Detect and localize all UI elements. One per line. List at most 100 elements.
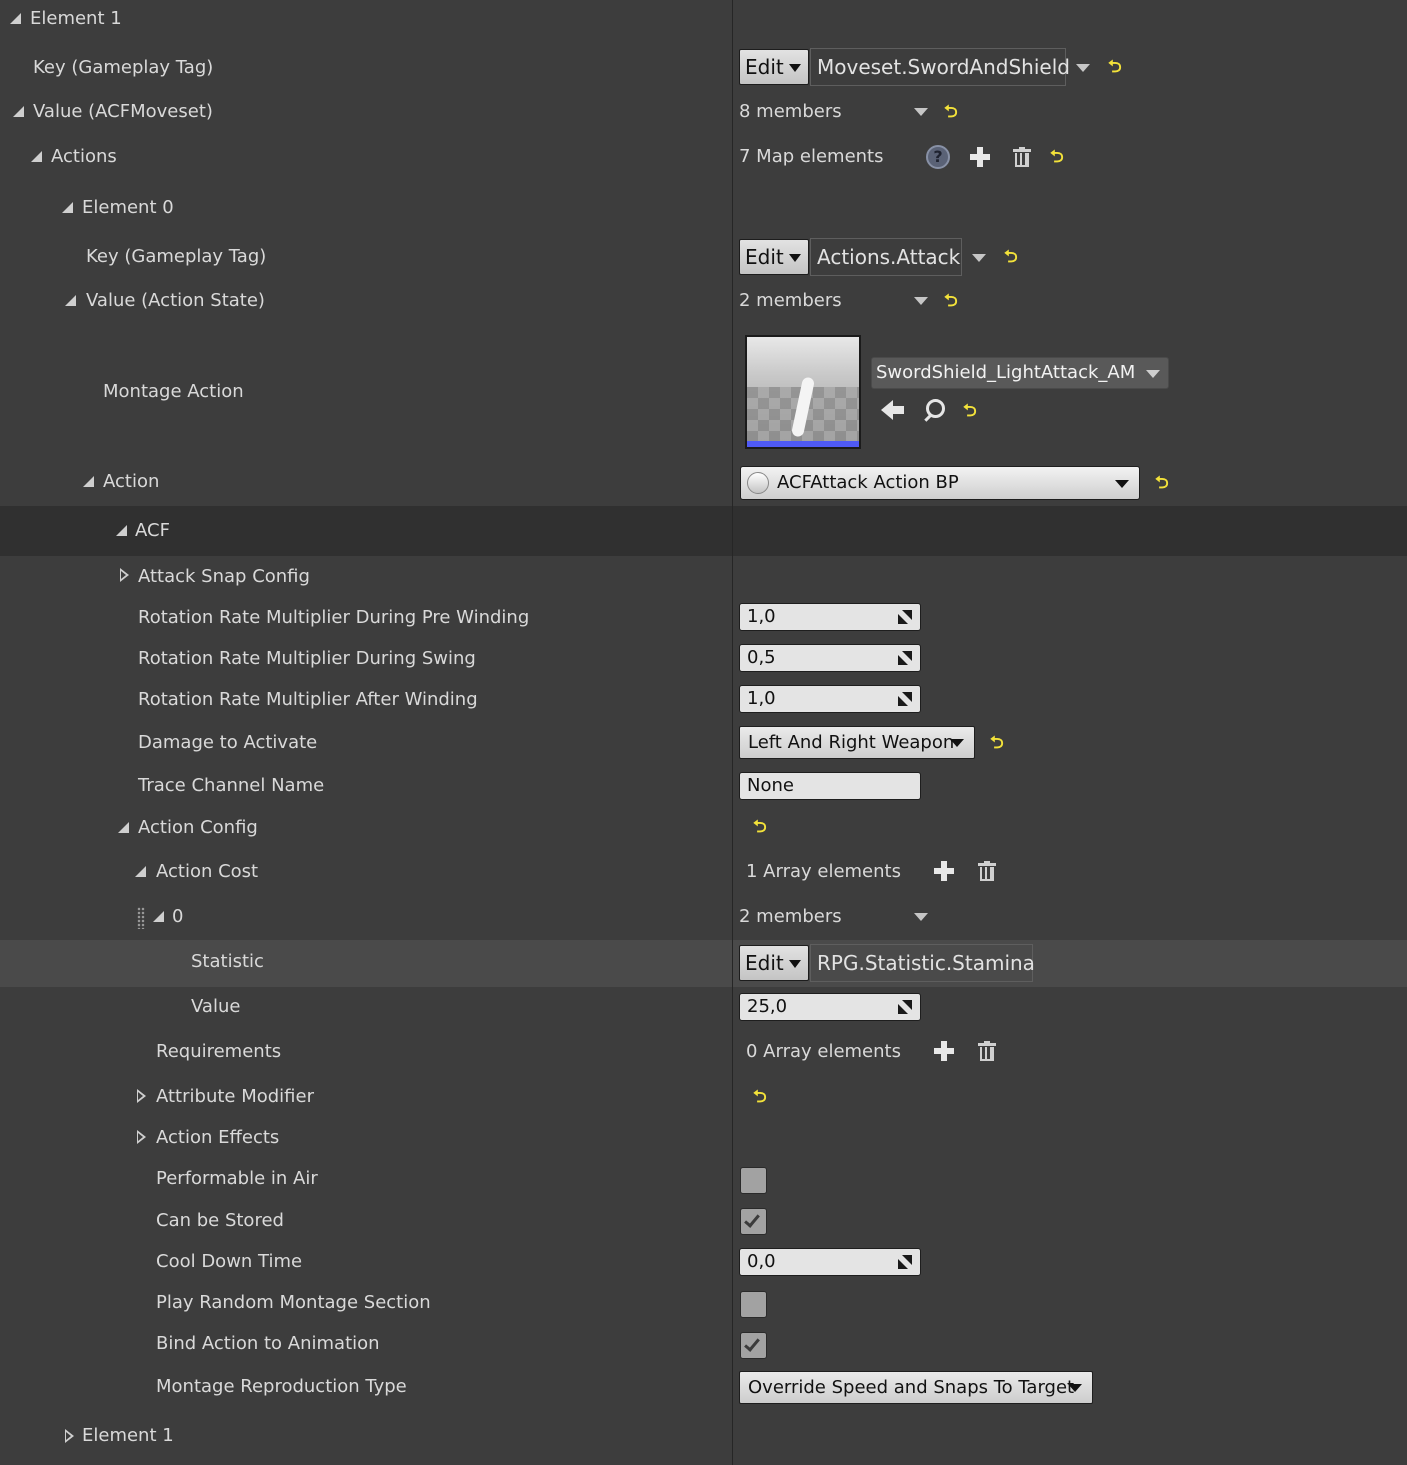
reset-to-default-icon[interactable]: ⮌: [753, 819, 767, 836]
collapsed-arrow-icon[interactable]: [65, 1429, 74, 1443]
row-label-attribute-modifier: Attribute Modifier: [156, 1086, 314, 1107]
trash-icon[interactable]: [978, 861, 996, 881]
tag-value-moveset[interactable]: Moveset.SwordAndShield: [810, 48, 1070, 86]
reset-to-default-icon[interactable]: ⮌: [1155, 475, 1169, 492]
caret-down-icon: [950, 739, 964, 747]
tag-value-statistic[interactable]: RPG.Statistic.Stamina: [810, 944, 1035, 982]
row-label-key-tag: Key (Gameplay Tag): [33, 57, 214, 78]
expand-arrow-icon[interactable]: [62, 202, 73, 213]
tag-value-action[interactable]: Actions.Attack: [810, 238, 962, 276]
moveset-members: 8 members: [739, 101, 842, 122]
row-label-play-random-montage-section: Play Random Montage Section: [156, 1292, 431, 1313]
members-dropdown-icon[interactable]: [914, 297, 928, 305]
reset-to-default-icon[interactable]: ⮌: [944, 293, 958, 310]
category-label-acf: ACF: [135, 520, 170, 541]
caret-down-icon: [789, 64, 801, 72]
row-label-element0: Element 0: [82, 197, 174, 218]
members-dropdown-icon[interactable]: [914, 108, 928, 116]
row-label-rot-after-winding: Rotation Rate Multiplier After Winding: [138, 689, 478, 710]
reset-to-default-icon[interactable]: ⮌: [944, 104, 958, 121]
row-label-cool-down-time: Cool Down Time: [156, 1251, 303, 1272]
column-divider[interactable]: [732, 0, 733, 1465]
back-arrow-icon[interactable]: [881, 400, 905, 420]
caret-down-icon: [789, 254, 801, 262]
actions-map-count: 7 Map elements: [739, 146, 884, 167]
montage-reproduction-type-dropdown[interactable]: Override Speed and Snaps To Target: [739, 1371, 1093, 1404]
spin-drag-icon[interactable]: [898, 692, 912, 706]
row-label-trace-channel-name: Trace Channel Name: [138, 775, 325, 796]
checkbox-performable-in-air[interactable]: [740, 1167, 767, 1194]
reset-to-default-icon[interactable]: ⮌: [1050, 149, 1064, 166]
plus-icon[interactable]: [934, 1041, 954, 1061]
tag-dropdown-icon[interactable]: [1076, 64, 1090, 72]
text-field-trace-channel-name[interactable]: None: [739, 772, 921, 800]
reset-to-default-icon[interactable]: ⮌: [753, 1089, 767, 1106]
edit-tag-button[interactable]: Edit: [739, 945, 809, 981]
expand-arrow-icon[interactable]: [153, 911, 164, 922]
edit-tag-button[interactable]: Edit: [739, 49, 809, 85]
help-icon[interactable]: ?: [926, 145, 950, 169]
spin-drag-icon[interactable]: [898, 1255, 912, 1269]
row-label-statistic: Statistic: [191, 951, 264, 972]
action-state-members: 2 members: [739, 290, 842, 311]
collapsed-arrow-icon[interactable]: [137, 1089, 146, 1103]
cost0-members: 2 members: [739, 906, 842, 927]
number-field-rot-during-swing[interactable]: 0,5: [739, 644, 921, 672]
number-field-cost-value[interactable]: 25,0: [739, 993, 921, 1021]
caret-down-icon: [1115, 480, 1129, 488]
row-label-element1: Element 1: [82, 1425, 174, 1446]
trash-icon[interactable]: [978, 1041, 996, 1061]
expand-arrow-icon[interactable]: [65, 295, 76, 306]
expand-arrow-icon[interactable]: [135, 866, 146, 877]
plus-icon[interactable]: [934, 861, 954, 881]
plus-icon[interactable]: [970, 147, 990, 167]
row-label-value-moveset: Value (ACFMoveset): [33, 101, 213, 122]
magnifier-icon[interactable]: [923, 399, 945, 421]
trash-icon[interactable]: [1013, 147, 1031, 167]
spin-drag-icon[interactable]: [898, 1000, 912, 1014]
number-field-cool-down-time[interactable]: 0,0: [739, 1248, 921, 1276]
spin-drag-icon[interactable]: [898, 610, 912, 624]
edit-tag-button[interactable]: Edit: [739, 239, 809, 275]
row-label-element1: Element 1: [30, 8, 122, 29]
expand-arrow-icon[interactable]: [31, 151, 42, 162]
action-class-picker[interactable]: ACFAttack Action BP: [740, 466, 1140, 500]
row-label-montage-reproduction-type: Montage Reproduction Type: [156, 1376, 407, 1397]
row-label-rot-pre-winding: Rotation Rate Multiplier During Pre Wind…: [138, 607, 530, 628]
requirements-count: 0 Array elements: [746, 1041, 901, 1062]
checkbox-play-random-montage-section[interactable]: [740, 1291, 767, 1318]
expand-arrow-icon[interactable]: [10, 13, 21, 24]
collapsed-arrow-icon[interactable]: [120, 568, 129, 582]
checkbox-bind-action-to-animation[interactable]: [740, 1332, 767, 1359]
row-label-montage-action: Montage Action: [103, 381, 244, 402]
row-label-action: Action: [103, 471, 160, 492]
row-label-key-tag: Key (Gameplay Tag): [86, 246, 267, 267]
spin-drag-icon[interactable]: [898, 651, 912, 665]
expand-arrow-icon[interactable]: [83, 476, 94, 487]
reset-to-default-icon[interactable]: ⮌: [1108, 59, 1122, 76]
number-field-rot-pre-winding[interactable]: 1,0: [739, 603, 921, 631]
collapsed-arrow-icon[interactable]: [137, 1130, 146, 1144]
expand-arrow-icon[interactable]: [118, 822, 129, 833]
row-label-action-effects: Action Effects: [156, 1127, 280, 1148]
row-label-can-be-stored: Can be Stored: [156, 1210, 284, 1231]
expand-arrow-icon[interactable]: [116, 525, 127, 536]
number-field-rot-after-winding[interactable]: 1,0: [739, 685, 921, 713]
row-label-index-0: 0: [172, 906, 184, 927]
row-label-performable-in-air: Performable in Air: [156, 1168, 318, 1189]
action-cost-count: 1 Array elements: [746, 861, 901, 882]
montage-asset-picker[interactable]: SwordShield_LightAttack_AM: [871, 357, 1169, 389]
members-dropdown-icon[interactable]: [914, 913, 928, 921]
reset-to-default-icon[interactable]: ⮌: [990, 735, 1004, 752]
expand-arrow-icon[interactable]: [13, 106, 24, 117]
reset-to-default-icon[interactable]: ⮌: [1004, 249, 1018, 266]
checkbox-can-be-stored[interactable]: [740, 1208, 767, 1235]
checkmark-icon: [744, 1211, 760, 1228]
tag-dropdown-icon[interactable]: [972, 254, 986, 262]
reset-to-default-icon[interactable]: ⮌: [963, 403, 977, 420]
row-label-rot-during-swing: Rotation Rate Multiplier During Swing: [138, 648, 476, 669]
row-label-action-config: Action Config: [138, 817, 258, 838]
drag-handle-icon[interactable]: [137, 907, 145, 929]
asset-thumbnail[interactable]: [745, 335, 861, 449]
damage-to-activate-dropdown[interactable]: Left And Right Weapon: [739, 726, 975, 759]
